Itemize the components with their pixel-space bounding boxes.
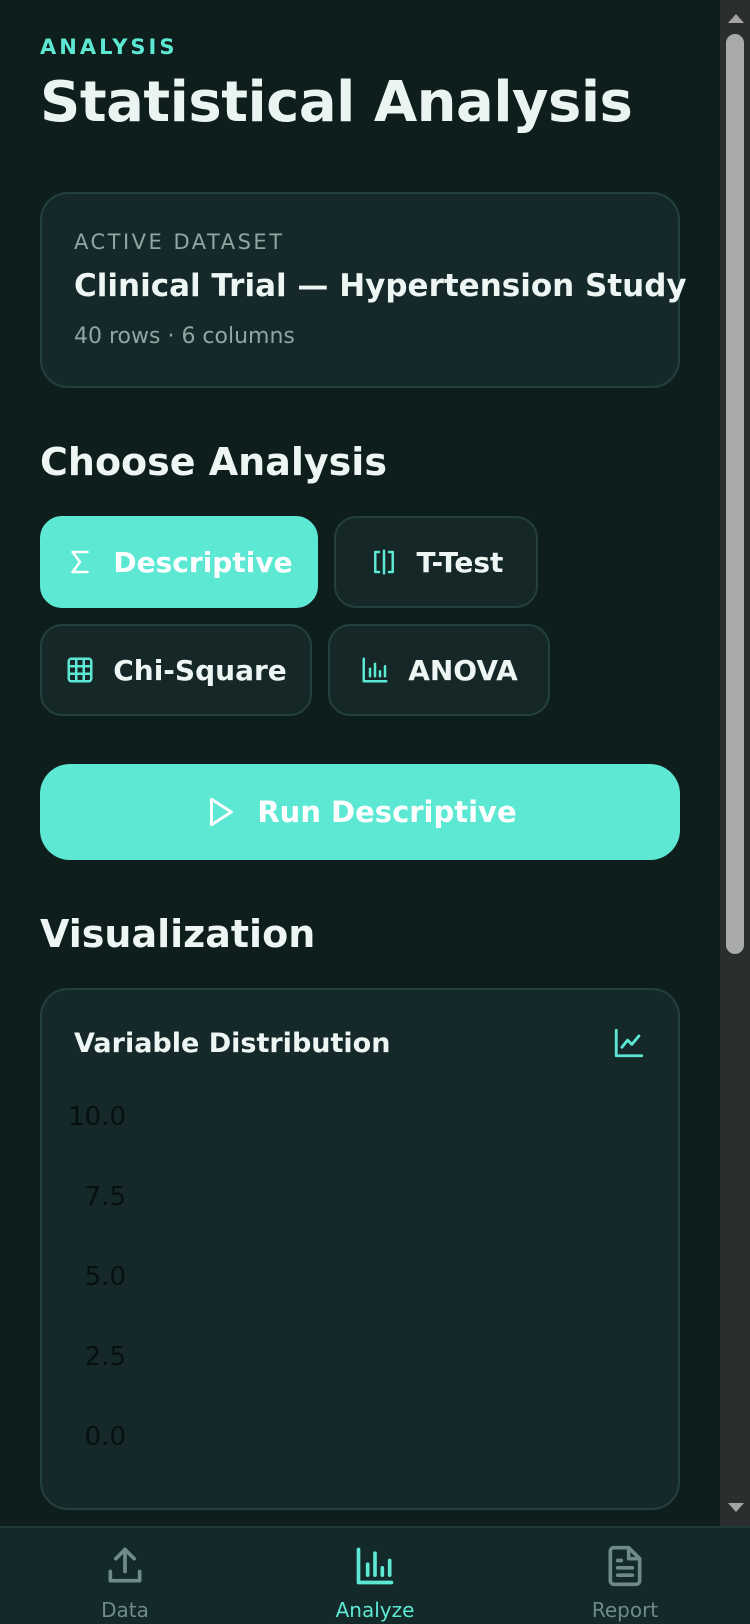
tab-data[interactable]: Data (0, 1528, 250, 1624)
page-title: Statistical Analysis (40, 70, 633, 135)
run-analysis-button[interactable]: Run Descriptive (40, 764, 680, 860)
dataset-name: Clinical Trial — Hypertension Study (74, 268, 687, 304)
upload-icon (108, 1547, 142, 1583)
chi-square-option[interactable]: Chi-Square (40, 624, 312, 716)
split-bracket-icon (373, 549, 394, 575)
bar-chart-icon (362, 657, 388, 683)
chi-square-option-label: Chi-Square (113, 653, 287, 687)
tab-report[interactable]: Report (500, 1528, 750, 1624)
run-button-label: Run Descriptive (257, 795, 517, 829)
bar-chart-icon (356, 1547, 394, 1585)
anova-option-label: ANOVA (408, 653, 518, 687)
line-chart-icon[interactable] (612, 1026, 646, 1060)
scrollbar-thumb[interactable] (726, 34, 744, 954)
scroll-down-arrow[interactable] (728, 1503, 744, 1512)
tab-analyze[interactable]: Analyze (250, 1528, 500, 1624)
dataset-label: ACTIVE DATASET (74, 230, 285, 254)
descriptive-option[interactable]: Descriptive (40, 516, 318, 608)
visualization-card: Variable Distribution 10.0 7.5 5.0 2.5 0… (40, 988, 680, 1510)
t-test-option-label: T-Test (416, 545, 504, 579)
sigma-icon (71, 550, 90, 574)
y-tick-label: 0.0 (84, 1422, 126, 1452)
y-tick-label: 10.0 (68, 1102, 126, 1132)
vertical-scrollbar[interactable] (720, 0, 750, 1526)
visualization-heading: Visualization (40, 912, 316, 956)
bottom-tab-bar: Data Analyze Report (0, 1526, 750, 1624)
choose-analysis-heading: Choose Analysis (40, 440, 387, 484)
main-scroll-area: ANALYSIS Statistical Analysis ACTIVE DAT… (0, 0, 720, 1526)
scroll-up-arrow[interactable] (728, 14, 744, 23)
play-icon (210, 797, 234, 827)
active-dataset-card[interactable]: ACTIVE DATASET Clinical Trial — Hyperten… (40, 192, 687, 388)
chart-title: Variable Distribution (74, 1028, 391, 1059)
section-eyebrow: ANALYSIS (40, 35, 178, 59)
y-tick-label: 5.0 (84, 1262, 126, 1292)
dataset-meta: 40 rows · 6 columns (74, 324, 295, 349)
y-tick-label: 7.5 (84, 1182, 126, 1212)
grid-icon (67, 657, 93, 683)
tab-report-label: Report (591, 1598, 659, 1622)
y-tick-label: 2.5 (84, 1342, 126, 1372)
descriptive-option-label: Descriptive (113, 545, 293, 579)
tab-data-label: Data (101, 1598, 149, 1622)
document-icon (608, 1545, 642, 1587)
anova-option[interactable]: ANOVA (328, 624, 550, 716)
tab-analyze-label: Analyze (335, 1598, 415, 1622)
t-test-option[interactable]: T-Test (334, 516, 538, 608)
